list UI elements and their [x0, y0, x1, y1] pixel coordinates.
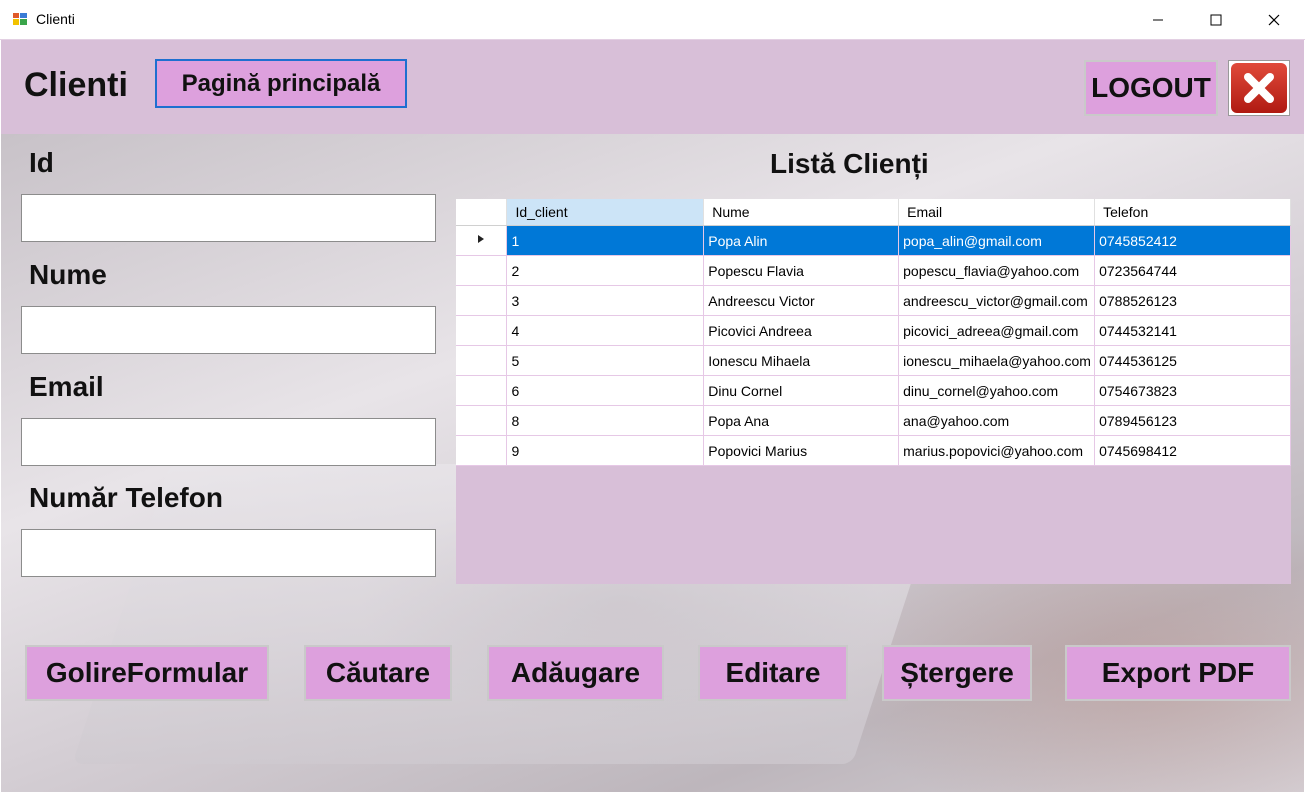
cell-phone[interactable]: 0754673823 [1094, 375, 1291, 406]
row-header-cell[interactable] [456, 435, 508, 466]
row-header-cell[interactable] [456, 345, 508, 376]
column-header-phone[interactable]: Telefon [1094, 199, 1291, 226]
table-row[interactable]: 5 Ionescu Mihaela ionescu_mihaela@yahoo.co… [456, 345, 1291, 376]
row-header-corner [456, 199, 508, 226]
row-header-cell[interactable] [456, 315, 508, 346]
cell-name[interactable]: Dinu Cornel [703, 375, 900, 406]
table-row[interactable]: 1 Popa Alin popa_alin@gmail.com 0745852412 [456, 225, 1291, 256]
cell-id[interactable]: 5 [506, 345, 705, 376]
cell-email[interactable]: dinu_cornel@yahoo.com [898, 375, 1096, 406]
phone-input[interactable] [21, 529, 436, 577]
clients-grid[interactable]: Id_client Nume Email Telefon 1 Popa Alin p… [456, 199, 1291, 584]
app-icon [13, 13, 27, 25]
cell-id[interactable]: 4 [506, 315, 705, 346]
column-header-id[interactable]: Id_client [506, 199, 705, 226]
cell-phone[interactable]: 0744536125 [1094, 345, 1291, 376]
phone-label: Număr Telefon [29, 482, 223, 513]
logout-button[interactable]: LOGOUT [1084, 60, 1218, 116]
clear-form-button[interactable]: GolireFormular [25, 645, 269, 701]
id-input[interactable] [21, 194, 436, 242]
cell-email[interactable]: andreescu_victor@gmail.com [898, 285, 1096, 316]
table-row[interactable]: 6 Dinu Cornel dinu_cornel@yahoo.com 0754673… [456, 375, 1291, 406]
window-titlebar: Clienti [0, 0, 1305, 40]
email-input[interactable] [21, 418, 436, 466]
id-label: Id [29, 147, 54, 178]
search-button[interactable]: Căutare [304, 645, 452, 701]
edit-button[interactable]: Editare [698, 645, 848, 701]
table-row[interactable]: 8 Popa Ana ana@yahoo.com 0789456123 [456, 405, 1291, 436]
cell-email[interactable]: popescu_flavia@yahoo.com [898, 255, 1096, 286]
export-pdf-button[interactable]: Export PDF [1065, 645, 1291, 701]
cell-phone[interactable]: 0789456123 [1094, 405, 1291, 436]
cell-id[interactable]: 8 [506, 405, 705, 436]
email-label: Email [29, 371, 104, 402]
list-title: Listă Clienți [770, 148, 929, 179]
cell-email[interactable]: ionescu_mihaela@yahoo.com [898, 345, 1096, 376]
red-x-icon [1244, 73, 1274, 103]
table-row[interactable]: 2 Popescu Flavia popescu_flavia@yahoo.com 0… [456, 255, 1291, 286]
name-input[interactable] [21, 306, 436, 354]
maximize-button[interactable] [1187, 0, 1245, 39]
page-title: Clienti [24, 66, 128, 104]
cell-id[interactable]: 6 [506, 375, 705, 406]
cell-name[interactable]: Andreescu Victor [703, 285, 900, 316]
cell-phone[interactable]: 0745698412 [1094, 435, 1291, 466]
table-header-row: Id_client Nume Email Telefon [456, 199, 1291, 226]
home-button[interactable]: Pagină principală [155, 59, 407, 108]
row-header-cell[interactable] [456, 255, 508, 286]
row-header-cell[interactable] [456, 405, 508, 436]
delete-button[interactable]: Ștergere [882, 645, 1032, 701]
cell-name[interactable]: Popescu Flavia [703, 255, 900, 286]
column-header-email[interactable]: Email [898, 199, 1096, 226]
cell-id[interactable]: 1 [506, 225, 705, 256]
cell-name[interactable]: Ionescu Mihaela [703, 345, 900, 376]
column-header-name[interactable]: Nume [703, 199, 900, 226]
cell-id[interactable]: 3 [506, 285, 705, 316]
cell-phone[interactable]: 0745852412 [1094, 225, 1291, 256]
close-window-button[interactable] [1245, 0, 1303, 39]
clients-table: Id_client Nume Email Telefon 1 Popa Alin p… [456, 199, 1291, 466]
cell-email[interactable]: picovici_adreea@gmail.com [898, 315, 1096, 346]
cell-name[interactable]: Popa Ana [703, 405, 900, 436]
cell-id[interactable]: 2 [506, 255, 705, 286]
cell-name[interactable]: Popa Alin [703, 225, 900, 256]
window-title: Clienti [36, 11, 75, 27]
exit-button[interactable] [1228, 60, 1290, 116]
cell-email[interactable]: marius.popovici@yahoo.com [898, 435, 1096, 466]
cell-email[interactable]: ana@yahoo.com [898, 405, 1096, 436]
row-header-cell[interactable] [456, 225, 508, 256]
table-row[interactable]: 4 Picovici Andreea picovici_adreea@gmail.c… [456, 315, 1291, 346]
cell-name[interactable]: Popovici Marius [703, 435, 900, 466]
cell-phone[interactable]: 0788526123 [1094, 285, 1291, 316]
minimize-button[interactable] [1129, 0, 1187, 39]
cell-phone[interactable]: 0744532141 [1094, 315, 1291, 346]
close-icon [1268, 14, 1280, 25]
name-label: Nume [29, 259, 107, 290]
minimize-icon [1153, 19, 1163, 20]
maximize-icon [1210, 14, 1222, 25]
cell-email[interactable]: popa_alin@gmail.com [898, 225, 1096, 256]
row-header-cell[interactable] [456, 285, 508, 316]
cell-phone[interactable]: 0723564744 [1094, 255, 1291, 286]
cell-id[interactable]: 9 [506, 435, 705, 466]
table-row[interactable]: 9 Popovici Marius marius.popovici@yahoo.co… [456, 435, 1291, 466]
table-row[interactable]: 3 Andreescu Victor andreescu_victor@gmail.… [456, 285, 1291, 316]
add-button[interactable]: Adăugare [487, 645, 664, 701]
current-row-arrow-icon [478, 235, 485, 243]
row-header-cell[interactable] [456, 375, 508, 406]
cell-name[interactable]: Picovici Andreea [703, 315, 900, 346]
